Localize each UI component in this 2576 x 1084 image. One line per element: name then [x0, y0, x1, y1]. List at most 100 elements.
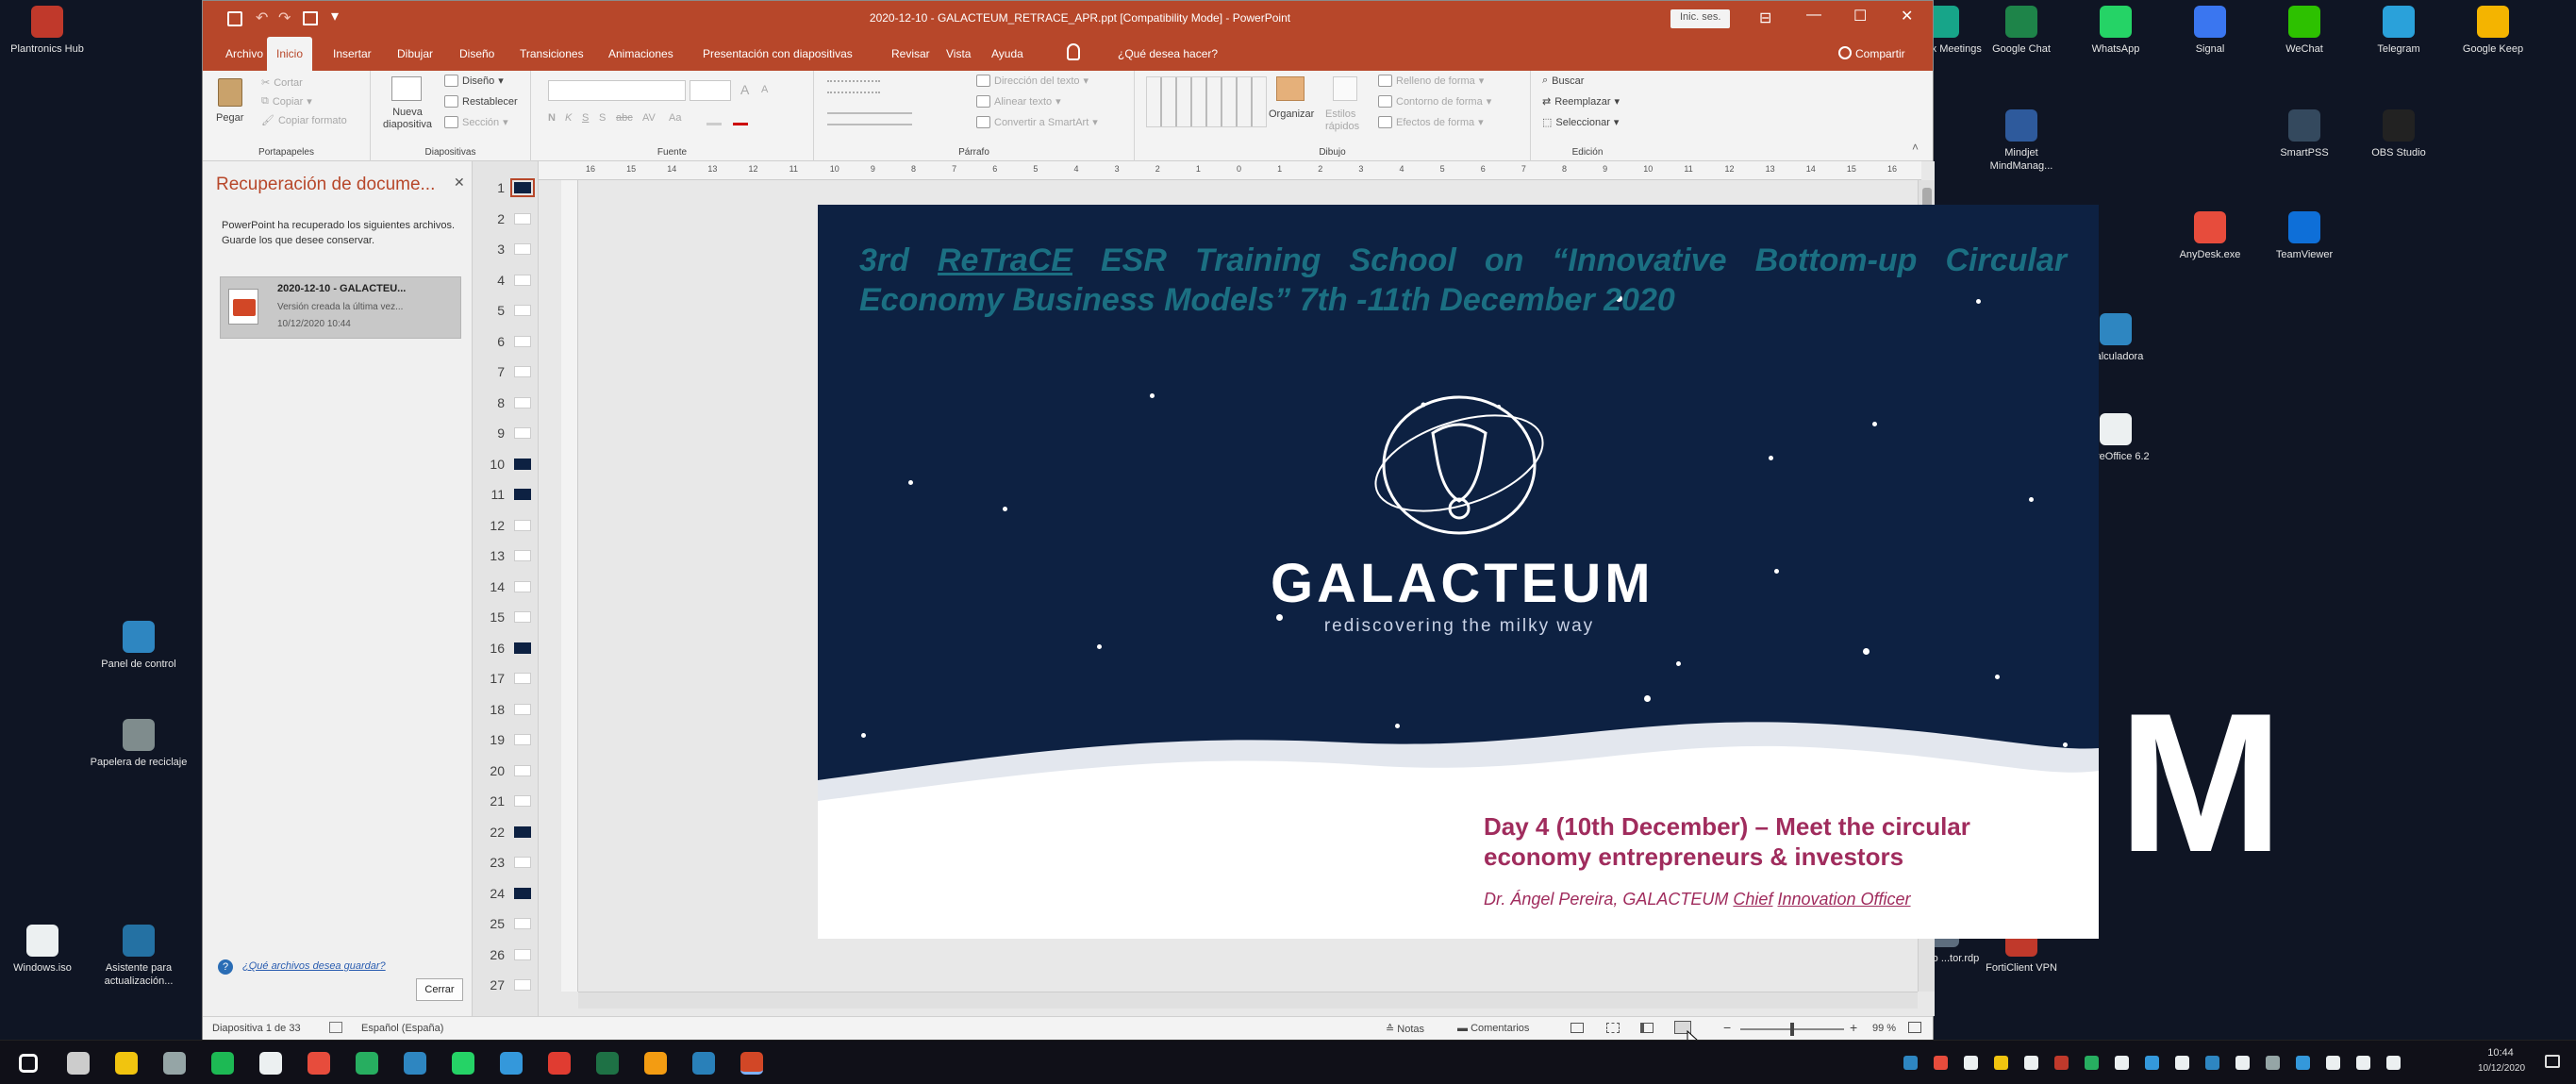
tray-icon[interactable] — [2356, 1056, 2370, 1070]
find-button[interactable]: ⌕ Buscar — [1542, 75, 1584, 87]
slide-thumbnail[interactable]: 20 — [473, 756, 539, 787]
tray-icon[interactable] — [2296, 1056, 2310, 1070]
cut-button[interactable]: ✂ Cortar — [261, 76, 303, 90]
shape-fill-button[interactable]: Relleno de forma ▾ — [1378, 75, 1484, 87]
font-color-icon[interactable] — [733, 112, 748, 125]
desktop-icon[interactable]: TeamViewer — [2257, 211, 2352, 261]
slide-title[interactable]: 3rd ReTraCE ESR Training School on “Inno… — [859, 241, 2067, 280]
slide-thumbnail[interactable]: 9 — [473, 418, 539, 449]
language-indicator[interactable]: Español (España) — [361, 1023, 443, 1034]
signin-button[interactable]: Inic. ses. — [1670, 9, 1731, 28]
notification-center-icon[interactable] — [2545, 1055, 2560, 1068]
quick-styles-icon[interactable] — [1333, 76, 1357, 101]
desktop-icon[interactable]: Telegram — [2352, 6, 2446, 56]
quick-styles-button[interactable]: Estilos rápidos — [1325, 108, 1367, 133]
tell-me-search[interactable]: ¿Qué desea hacer? — [1118, 47, 1218, 60]
layout-button[interactable]: Diseño ▾ — [444, 75, 504, 87]
app2-icon[interactable] — [259, 1052, 282, 1075]
spotify-icon[interactable] — [211, 1052, 234, 1075]
zoom-slider-thumb[interactable] — [1790, 1023, 1794, 1036]
grow-font-button[interactable]: A — [740, 82, 749, 97]
slide-thumbnail[interactable]: 14 — [473, 572, 539, 603]
tray-icon[interactable] — [2266, 1056, 2280, 1070]
clock-time[interactable]: 10:44 — [2479, 1047, 2522, 1059]
char-spacing-button[interactable]: AV — [642, 112, 656, 124]
slide-thumbnail[interactable]: 5 — [473, 295, 539, 326]
desktop-icon[interactable]: OBS Studio — [2352, 109, 2446, 159]
desktop-icon[interactable]: Signal — [2163, 6, 2257, 56]
retrace-link[interactable]: ReTraCE — [938, 242, 1072, 278]
change-case-button[interactable]: Aa — [669, 112, 681, 124]
tab-dibujar[interactable]: Dibujar — [388, 37, 442, 71]
shape-outline-button[interactable]: Contorno de forma ▾ — [1378, 95, 1491, 108]
slide-thumbnail[interactable]: 23 — [473, 847, 539, 878]
reading-view-icon[interactable] — [1640, 1023, 1654, 1033]
tray-icon[interactable] — [2024, 1056, 2038, 1070]
qat-redo-icon[interactable]: ↷ — [278, 8, 291, 27]
recovery-close-button[interactable]: Cerrar — [416, 978, 463, 1001]
shadow-button[interactable]: S — [599, 112, 606, 124]
app4-icon[interactable] — [404, 1052, 426, 1075]
notes-button[interactable]: ≙ Notas — [1386, 1023, 1424, 1035]
desktop-icon[interactable]: SmartPSS — [2257, 109, 2352, 159]
app-icon[interactable] — [163, 1052, 186, 1075]
qat-start-from-beginning-icon[interactable] — [303, 11, 318, 25]
spellcheck-icon[interactable] — [329, 1022, 342, 1033]
fit-slide-icon[interactable] — [1908, 1022, 1921, 1033]
tab-archivo[interactable]: Archivo — [216, 37, 273, 71]
tab-ayuda[interactable]: Ayuda — [982, 37, 1033, 71]
powerpoint-icon[interactable] — [740, 1052, 763, 1075]
tray-icon[interactable] — [2054, 1056, 2069, 1070]
tab-revisar[interactable]: Revisar — [882, 37, 939, 71]
slide-thumbnail[interactable]: 6 — [473, 326, 539, 358]
tray-icon[interactable] — [2085, 1056, 2099, 1070]
slide-thumbnail[interactable]: 10 — [473, 449, 539, 480]
new-slide-icon[interactable] — [391, 76, 422, 101]
desktop-icon[interactable]: Mindjet MindManag... — [1974, 109, 2069, 173]
acrobat-icon[interactable] — [548, 1052, 571, 1075]
minimize-button[interactable]: — — [1806, 7, 1821, 24]
recovery-pane-close-icon[interactable]: ✕ — [454, 175, 465, 191]
align-icons[interactable] — [827, 112, 912, 125]
tray-icon[interactable] — [2205, 1056, 2219, 1070]
zoom-slider[interactable] — [1740, 1023, 1844, 1036]
text-direction-button[interactable]: Dirección del texto ▾ — [976, 75, 1089, 87]
slide-sorter-icon[interactable] — [1606, 1023, 1620, 1033]
app3-icon[interactable] — [356, 1052, 378, 1075]
tab-dise-o[interactable]: Diseño — [450, 37, 504, 71]
replace-button[interactable]: ⇄ Reemplazar ▾ — [1542, 95, 1620, 108]
bold-button[interactable]: N — [548, 112, 556, 124]
app7-icon[interactable] — [692, 1052, 715, 1075]
slide-thumbnail[interactable]: 2 — [473, 204, 539, 235]
highlight-icon[interactable] — [706, 112, 722, 125]
bullets-icon[interactable] — [827, 80, 880, 93]
tab-insertar[interactable]: Insertar — [324, 37, 381, 71]
align-text-button[interactable]: Alinear texto ▾ — [976, 95, 1061, 108]
shapes-gallery[interactable] — [1146, 76, 1267, 127]
slide-thumbnail[interactable]: 11 — [473, 479, 539, 510]
desktop-icon[interactable]: Asistente para actualización... — [77, 925, 200, 988]
excel-icon[interactable] — [596, 1052, 619, 1075]
app5-icon[interactable] — [500, 1052, 523, 1075]
desktop-icon[interactable]: Google Keep — [2446, 6, 2540, 56]
desktop-icon[interactable]: WhatsApp — [2069, 6, 2163, 56]
paste-button[interactable]: Pegar — [216, 112, 243, 124]
tab-presentaci-n-con-diapositivas[interactable]: Presentación con diapositivas — [693, 37, 862, 71]
close-button[interactable]: ✕ — [1901, 7, 1913, 25]
slide-thumbnail[interactable]: 16 — [473, 633, 539, 664]
slide-thumbnail[interactable]: 1 — [473, 173, 539, 204]
start-icon[interactable] — [19, 1054, 38, 1073]
normal-view-icon[interactable] — [1571, 1023, 1584, 1033]
section-button[interactable]: Sección ▾ — [444, 116, 508, 128]
slide-thumbnail[interactable]: 17 — [473, 663, 539, 694]
font-size-box[interactable] — [690, 80, 731, 101]
slide-thumbnail[interactable]: 24 — [473, 878, 539, 909]
strikethrough-button[interactable]: abc — [616, 112, 633, 124]
ribbon-display-options-icon[interactable]: ⊟ — [1759, 8, 1771, 27]
share-button[interactable]: Compartir — [1855, 47, 1905, 60]
copy-button[interactable]: ⧉ Copiar ▾ — [261, 95, 312, 108]
slide-thumbnail[interactable]: 3 — [473, 234, 539, 265]
italic-button[interactable]: K — [565, 112, 572, 124]
recovered-file-item[interactable]: 2020-12-10 - GALACTEU... Versión creada … — [220, 276, 461, 339]
desktop-icon[interactable]: Google Chat — [1974, 6, 2069, 56]
